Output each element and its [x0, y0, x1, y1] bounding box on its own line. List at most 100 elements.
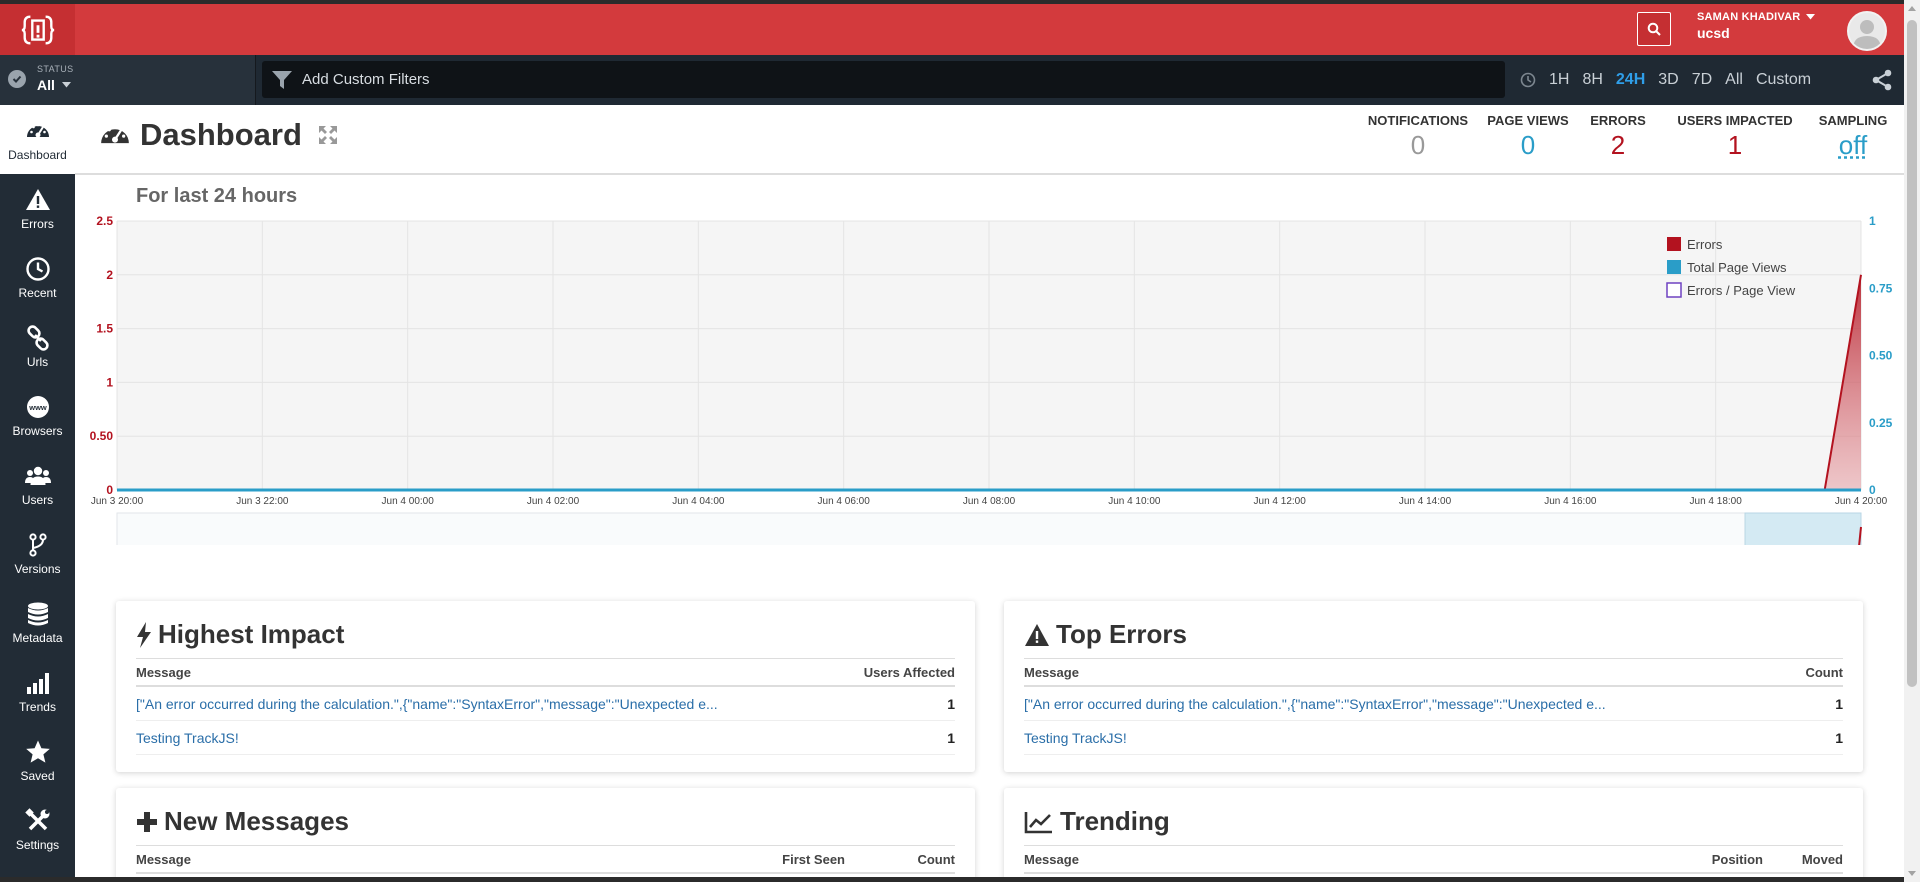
column-header[interactable]: Position: [1663, 852, 1763, 867]
database-icon: [25, 601, 51, 627]
legend-label: Total Page Views: [1687, 260, 1787, 275]
custom-filter-placeholder: Add Custom Filters: [302, 71, 430, 88]
stat-users-impacted[interactable]: USERS IMPACTED 1: [1665, 113, 1805, 161]
y-right-tick-label: 0.50: [1869, 349, 1893, 363]
sidebar-item-label: Urls: [27, 355, 48, 369]
new-messages-card: New Messages Message First Seen Count: [116, 788, 975, 882]
stat-sampling[interactable]: SAMPLING off: [1813, 113, 1893, 161]
sidebar-item-recent[interactable]: Recent: [0, 243, 75, 312]
sidebar-item-errors[interactable]: Errors: [0, 174, 75, 243]
scroll-thumb[interactable]: [1907, 20, 1917, 687]
x-tick-label: Jun 4 14:00: [1399, 496, 1452, 507]
scroll-up-arrow[interactable]: [1908, 6, 1916, 11]
column-header[interactable]: First Seen: [695, 852, 845, 867]
card-title: Highest Impact: [158, 619, 344, 650]
column-header[interactable]: Message: [1024, 852, 1663, 867]
message-link[interactable]: Testing TrackJS!: [136, 730, 825, 746]
custom-filter-input[interactable]: Add Custom Filters: [262, 61, 1505, 98]
range-3d[interactable]: 3D: [1658, 71, 1678, 89]
range-custom[interactable]: Custom: [1756, 71, 1811, 89]
user-org: ucsd: [1697, 25, 1815, 41]
stat-label: SAMPLING: [1813, 113, 1893, 128]
share-icon: [1871, 69, 1893, 91]
message-link[interactable]: ["An error occurred during the calculati…: [136, 696, 825, 712]
sidebar-item-label: Users: [22, 493, 53, 507]
user-name: SAMAN KHADIVAR: [1697, 11, 1800, 23]
column-header[interactable]: Users Affected: [825, 665, 955, 680]
share-button[interactable]: [1860, 55, 1904, 105]
new-messages-table: Message First Seen Count: [136, 845, 955, 874]
sidebar-item-dashboard[interactable]: Dashboard: [0, 105, 75, 174]
y-left-tick-label: 1.5: [96, 322, 113, 336]
expand-icon[interactable]: [316, 123, 340, 147]
row-value: 1: [825, 696, 955, 712]
table-row[interactable]: Testing TrackJS! 1: [1024, 721, 1843, 755]
sidebar-item-saved[interactable]: Saved: [0, 726, 75, 795]
trackjs-logo[interactable]: [0, 4, 75, 55]
sidebar-item-users[interactable]: Users: [0, 450, 75, 519]
sidebar-item-trends[interactable]: Trends: [0, 657, 75, 726]
stat-notifications[interactable]: NOTIFICATIONS 0: [1348, 113, 1488, 161]
stat-page-views[interactable]: PAGE VIEWS 0: [1478, 113, 1578, 161]
stat-label: NOTIFICATIONS: [1348, 113, 1488, 128]
status-label: STATUS: [37, 64, 74, 74]
column-header[interactable]: Moved: [1763, 852, 1843, 867]
y-left-tick-label: 0.50: [90, 429, 114, 443]
message-link[interactable]: ["An error occurred during the calculati…: [1024, 696, 1713, 712]
column-header[interactable]: Count: [1713, 665, 1843, 680]
sidebar-item-settings[interactable]: Settings: [0, 795, 75, 864]
dashboard-icon: [25, 118, 51, 144]
y-left-tick-label: 2.5: [96, 215, 113, 228]
x-tick-label: Jun 3 20:00: [91, 496, 144, 507]
range-8h[interactable]: 8H: [1582, 71, 1602, 89]
row-value: 1: [825, 730, 955, 746]
range-1h[interactable]: 1H: [1549, 71, 1569, 89]
range-7d[interactable]: 7D: [1692, 71, 1712, 89]
sidebar-item-urls[interactable]: Urls: [0, 312, 75, 381]
table-row[interactable]: Testing TrackJS! 1: [136, 721, 955, 755]
sidebar-item-versions[interactable]: Versions: [0, 519, 75, 588]
stat-value: 0: [1478, 130, 1578, 161]
star-icon: [25, 739, 51, 765]
sidebar-item-browsers[interactable]: www Browsers: [0, 381, 75, 450]
column-header[interactable]: Message: [1024, 665, 1713, 680]
errors-chart[interactable]: 0 0.50 1 1.5 2 2.5 0 0.25 0.50 0.75 1 Jun 3 20:00 Ju…: [75, 215, 1904, 545]
highest-impact-card: Highest Impact Message Users Affected ["…: [116, 601, 975, 772]
stat-label: USERS IMPACTED: [1665, 113, 1805, 128]
legend-label: Errors / Page View: [1687, 283, 1796, 298]
legend-swatch: [1667, 237, 1681, 251]
check-circle-icon: [8, 70, 26, 88]
caret-down-icon: [62, 82, 71, 88]
legend-swatch: [1667, 260, 1681, 274]
column-header[interactable]: Count: [845, 852, 955, 867]
sidebar-item-label: Recent: [18, 286, 56, 300]
chart-subtitle: For last 24 hours: [136, 185, 297, 208]
avatar[interactable]: [1847, 11, 1887, 51]
y-right-tick-label: 0: [1869, 483, 1876, 497]
table-row[interactable]: ["An error occurred during the calculati…: [136, 687, 955, 721]
page-scrollbar[interactable]: [1904, 0, 1920, 882]
page-header: Dashboard NOTIFICATIONS 0 PAGE VIEWS 0 E…: [75, 105, 1904, 175]
table-row[interactable]: ["An error occurred during the calculati…: [1024, 687, 1843, 721]
stat-errors[interactable]: ERRORS 2: [1578, 113, 1658, 161]
card-title: Trending: [1060, 806, 1170, 837]
message-link[interactable]: Testing TrackJS!: [1024, 730, 1713, 746]
logo-icon: [19, 11, 57, 49]
y-left-tick-label: 0: [106, 483, 113, 497]
y-left-tick-label: 2: [106, 268, 113, 282]
bar-chart-icon: [25, 670, 51, 696]
range-all[interactable]: All: [1725, 71, 1743, 89]
scroll-down-arrow[interactable]: [1908, 871, 1916, 876]
status-dropdown[interactable]: STATUS All: [0, 55, 256, 105]
column-header[interactable]: Message: [136, 665, 825, 680]
user-menu[interactable]: SAMAN KHADIVAR ucsd: [1697, 11, 1815, 41]
column-header[interactable]: Message: [136, 852, 695, 867]
search-button[interactable]: [1637, 12, 1671, 46]
card-title: New Messages: [164, 806, 349, 837]
www-icon: www: [25, 394, 51, 420]
y-right-tick-label: 1: [1869, 215, 1876, 228]
stat-label: PAGE VIEWS: [1478, 113, 1578, 128]
sidebar-item-metadata[interactable]: Metadata: [0, 588, 75, 657]
range-24h[interactable]: 24H: [1616, 71, 1645, 89]
stat-value: 0: [1348, 130, 1488, 161]
